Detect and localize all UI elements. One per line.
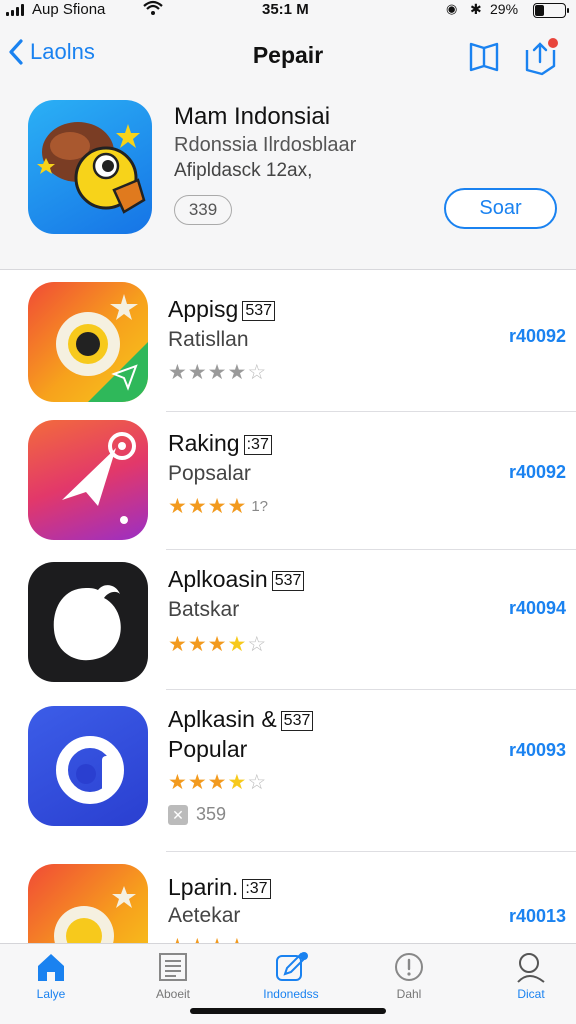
list-item[interactable]: Appisg 537 Ratisllan ★★★★ ☆ r40092: [0, 270, 576, 412]
app-badge: ✕ 359: [168, 804, 226, 825]
home-icon: [38, 954, 64, 981]
featured-app-subtitle: Rdonssia Ilrdosblaar: [174, 134, 357, 156]
clock-time: 35:1 M: [262, 1, 309, 18]
signal-icon: [6, 4, 24, 16]
app-name: Aplkoasin 537: [168, 566, 305, 593]
app-name: Lparin.:37: [168, 874, 271, 901]
tab-label: Aboeit: [155, 987, 191, 1001]
app-price[interactable]: r40013: [509, 906, 566, 927]
wifi-icon: [143, 0, 163, 21]
app-name: Aplkasin & 537: [168, 706, 314, 733]
app-icon: [28, 420, 148, 540]
tab-about[interactable]: Aboeit: [128, 950, 218, 1001]
tools-icon: ✕: [168, 804, 188, 825]
tab-dahl[interactable]: Dahl: [364, 950, 454, 1001]
featured-price: 339: [174, 195, 232, 225]
location-icon: ◉: [446, 1, 458, 16]
tab-home[interactable]: Lalye: [6, 950, 96, 1001]
featured-app-icon[interactable]: [28, 100, 152, 234]
carrier-label: Aup Sfiona: [32, 1, 106, 18]
app-icon: [28, 282, 148, 402]
search-icon: [517, 953, 545, 983]
star-rating: ★★★★☆: [168, 633, 268, 656]
app-category: Aetekar: [168, 904, 241, 927]
tab-label: Dicat: [517, 987, 545, 1001]
tab-indonedss[interactable]: Indonedss: [246, 950, 336, 1001]
app-name: Appisg 537: [168, 296, 276, 323]
compose-icon: [276, 952, 308, 981]
bluetooth-icon: ✱: [470, 1, 482, 17]
app-icon: [28, 562, 148, 682]
list-item[interactable]: Lparin.:37 Aetekar ★★★★ r40013: [0, 852, 576, 944]
page-title: Pepair: [252, 42, 324, 68]
app-name: Raking:37: [168, 430, 272, 457]
share-icon[interactable]: [522, 36, 558, 76]
list-item[interactable]: Aplkasin & 537 Popular ★★★ ★ ☆ ✕ 359 r40093: [0, 690, 576, 852]
tab-search[interactable]: Dicat: [486, 950, 576, 1001]
clock-icon: [395, 953, 423, 981]
app-category: Popsalar: [168, 462, 251, 485]
list-item[interactable]: Aplkoasin 537 Batskar ★★★ ★ ☆ r40094: [0, 550, 576, 690]
tab-label: Indonedss: [263, 987, 319, 1001]
tab-label: Dahl: [396, 987, 422, 1001]
star-rating: ★★★★ 1?: [168, 495, 268, 518]
app-price[interactable]: r40094: [509, 598, 566, 619]
star-rating: ★★★★☆: [168, 361, 268, 384]
status-bar: Aup Sfiona 35:1 M ◉ ✱ 29%: [0, 0, 576, 22]
app-category: Popular: [168, 736, 248, 762]
star-rating: ★★★★☆: [168, 771, 268, 794]
battery-percent: 29%: [490, 1, 519, 17]
app-icon: [28, 864, 148, 944]
back-button[interactable]: Laolns: [8, 38, 95, 66]
chevron-left-icon: [9, 39, 23, 65]
list-item[interactable]: Raking:37 Popsalar ★★★★ 1? r40092: [0, 412, 576, 550]
app-category: Batskar: [168, 598, 240, 621]
battery-icon: [533, 3, 569, 18]
back-label: Laolns: [30, 39, 95, 64]
get-button[interactable]: Soar: [444, 188, 557, 229]
featured-app-meta: Afipldasck 12ax,: [174, 160, 313, 181]
document-icon: [159, 953, 187, 981]
app-category: Ratisllan: [168, 328, 249, 351]
featured-app-title[interactable]: Mam Indonsiai: [174, 103, 330, 131]
tab-label: Lalye: [36, 987, 66, 1001]
book-icon[interactable]: [466, 36, 502, 76]
app-icon: [28, 706, 148, 826]
home-indicator: [190, 1008, 386, 1014]
app-price[interactable]: r40093: [509, 740, 566, 761]
app-price[interactable]: r40092: [509, 462, 566, 483]
app-price[interactable]: r40092: [509, 326, 566, 347]
